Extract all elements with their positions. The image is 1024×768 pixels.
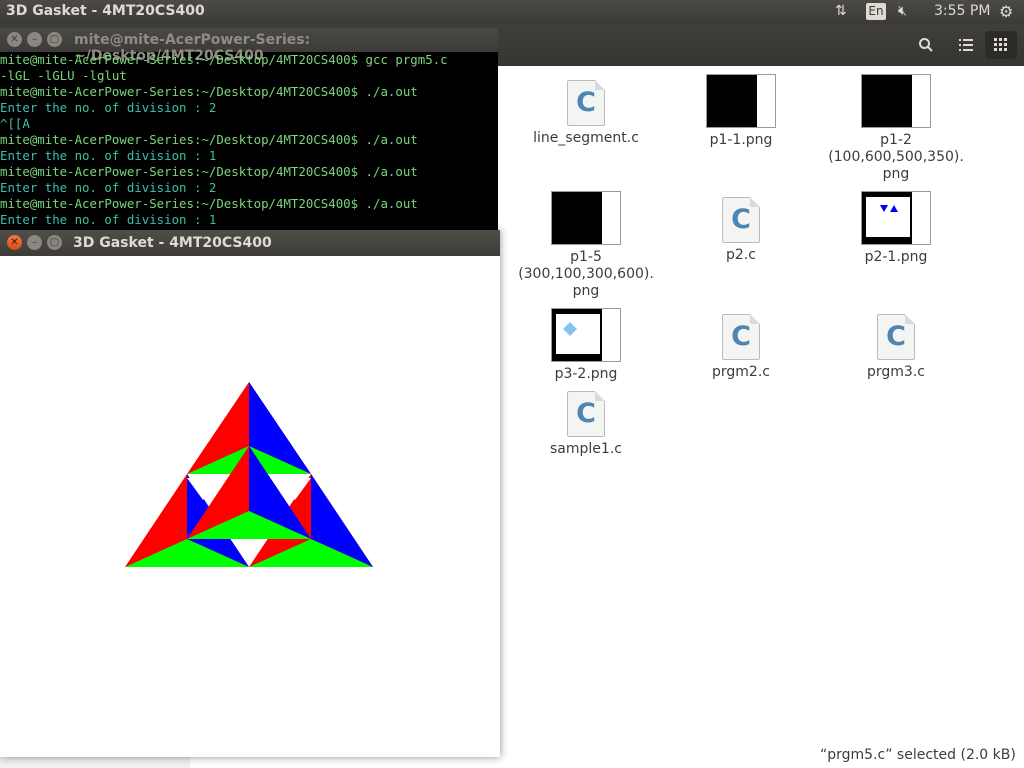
file-name: p2-1.png [864, 249, 928, 265]
file-name: p2.c [726, 247, 756, 263]
terminal-line: Enter the no. of division : 1 [0, 212, 217, 227]
keyboard-layout-indicator[interactable]: En [866, 3, 886, 20]
file-name: p1-2 (100,600,500,350). png [828, 132, 964, 182]
c-source-file-icon: C [567, 391, 605, 437]
image-thumbnail-icon [551, 191, 621, 245]
file-item[interactable]: p2-1.png [821, 191, 971, 266]
file-name: p1-1.png [709, 132, 773, 148]
file-name: p3-2.png [554, 366, 618, 382]
image-thumbnail-icon [706, 74, 776, 128]
search-icon[interactable] [910, 31, 942, 59]
file-name: line_segment.c [533, 130, 639, 146]
terminal-line: -lGL -lGLU -lglut [0, 68, 127, 83]
grid-view-icon[interactable] [985, 31, 1017, 59]
file-item[interactable]: C prgm3.c [821, 314, 971, 381]
c-source-file-icon: C [722, 197, 760, 243]
terminal-line: mite@mite-AcerPower-Series:~/Desktop/4MT… [0, 164, 418, 179]
file-item[interactable]: C prgm2.c [666, 314, 816, 381]
image-thumbnail-icon [551, 308, 621, 362]
status-bar-text: “prgm5.c” selected (2.0 kB) [820, 747, 1016, 763]
minimize-icon[interactable]: – [27, 32, 42, 47]
terminal-line: mite@mite-AcerPower-Series:~/Desktop/4MT… [0, 52, 448, 67]
file-item[interactable]: p1-5 (300,100,300,600). png [511, 191, 661, 300]
file-item[interactable]: C line_segment.c [511, 80, 661, 147]
c-source-file-icon: C [877, 314, 915, 360]
file-item[interactable]: p1-2 (100,600,500,350). png [821, 74, 971, 183]
gasket-titlebar[interactable]: ✕ – ▢ 3D Gasket - 4MT20CS400 [0, 230, 500, 256]
c-source-file-icon: C [722, 314, 760, 360]
image-thumbnail-icon [861, 191, 931, 245]
file-name: prgm2.c [712, 364, 770, 380]
terminal-output[interactable]: mite@mite-AcerPower-Series:~/Desktop/4MT… [0, 52, 498, 232]
gasket-canvas [0, 256, 500, 757]
terminal-line: mite@mite-AcerPower-Series:~/Desktop/4MT… [0, 84, 418, 99]
file-item[interactable]: p1-1.png [666, 74, 816, 149]
gasket-window-title: 3D Gasket - 4MT20CS400 [73, 235, 272, 251]
terminal-line: ^[[A [0, 116, 30, 131]
terminal-line: mite@mite-AcerPower-Series:~/Desktop/4MT… [0, 132, 418, 147]
list-view-icon[interactable] [950, 31, 982, 59]
file-item[interactable]: p3-2.png [511, 308, 661, 383]
maximize-icon[interactable]: ▢ [47, 235, 62, 250]
terminal-line: Enter the no. of division : 2 [0, 180, 217, 195]
c-source-file-icon: C [567, 80, 605, 126]
terminal-window[interactable]: ✕ – ▢ mite@mite-AcerPower-Series: ~/Desk… [0, 28, 498, 232]
terminal-line: Enter the no. of division : 1 [0, 148, 217, 163]
minimize-icon[interactable]: – [27, 235, 42, 250]
active-window-title: 3D Gasket - 4MT20CS400 [6, 3, 205, 19]
clock[interactable]: 3:55 PM [934, 3, 990, 19]
top-panel: 3D Gasket - 4MT20CS400 ⇅ En 🔇︎ 3:55 PM ⚙ [0, 0, 1024, 24]
network-arrows-icon[interactable]: ⇅ [835, 3, 847, 19]
file-name: p1-5 (300,100,300,600). png [518, 249, 654, 299]
file-item[interactable]: C p2.c [666, 197, 816, 264]
terminal-titlebar[interactable]: ✕ – ▢ mite@mite-AcerPower-Series: ~/Desk… [0, 28, 498, 64]
file-name: sample1.c [550, 441, 622, 457]
file-item[interactable]: C sample1.c [511, 391, 661, 458]
maximize-icon[interactable]: ▢ [47, 32, 62, 47]
terminal-line: mite@mite-AcerPower-Series:~/Desktop/4MT… [0, 196, 418, 211]
close-icon[interactable]: ✕ [7, 32, 22, 47]
file-name: prgm3.c [867, 364, 925, 380]
image-thumbnail-icon [861, 74, 931, 128]
gear-icon[interactable]: ⚙ [999, 2, 1013, 21]
sierpinski-gasket-drawing [125, 382, 373, 567]
volume-muted-icon[interactable]: 🔇︎ [898, 3, 907, 19]
close-icon[interactable]: ✕ [7, 235, 22, 250]
gasket-window[interactable]: ✕ – ▢ 3D Gasket - 4MT20CS400 [0, 230, 500, 757]
terminal-line: Enter the no. of division : 2 [0, 100, 217, 115]
